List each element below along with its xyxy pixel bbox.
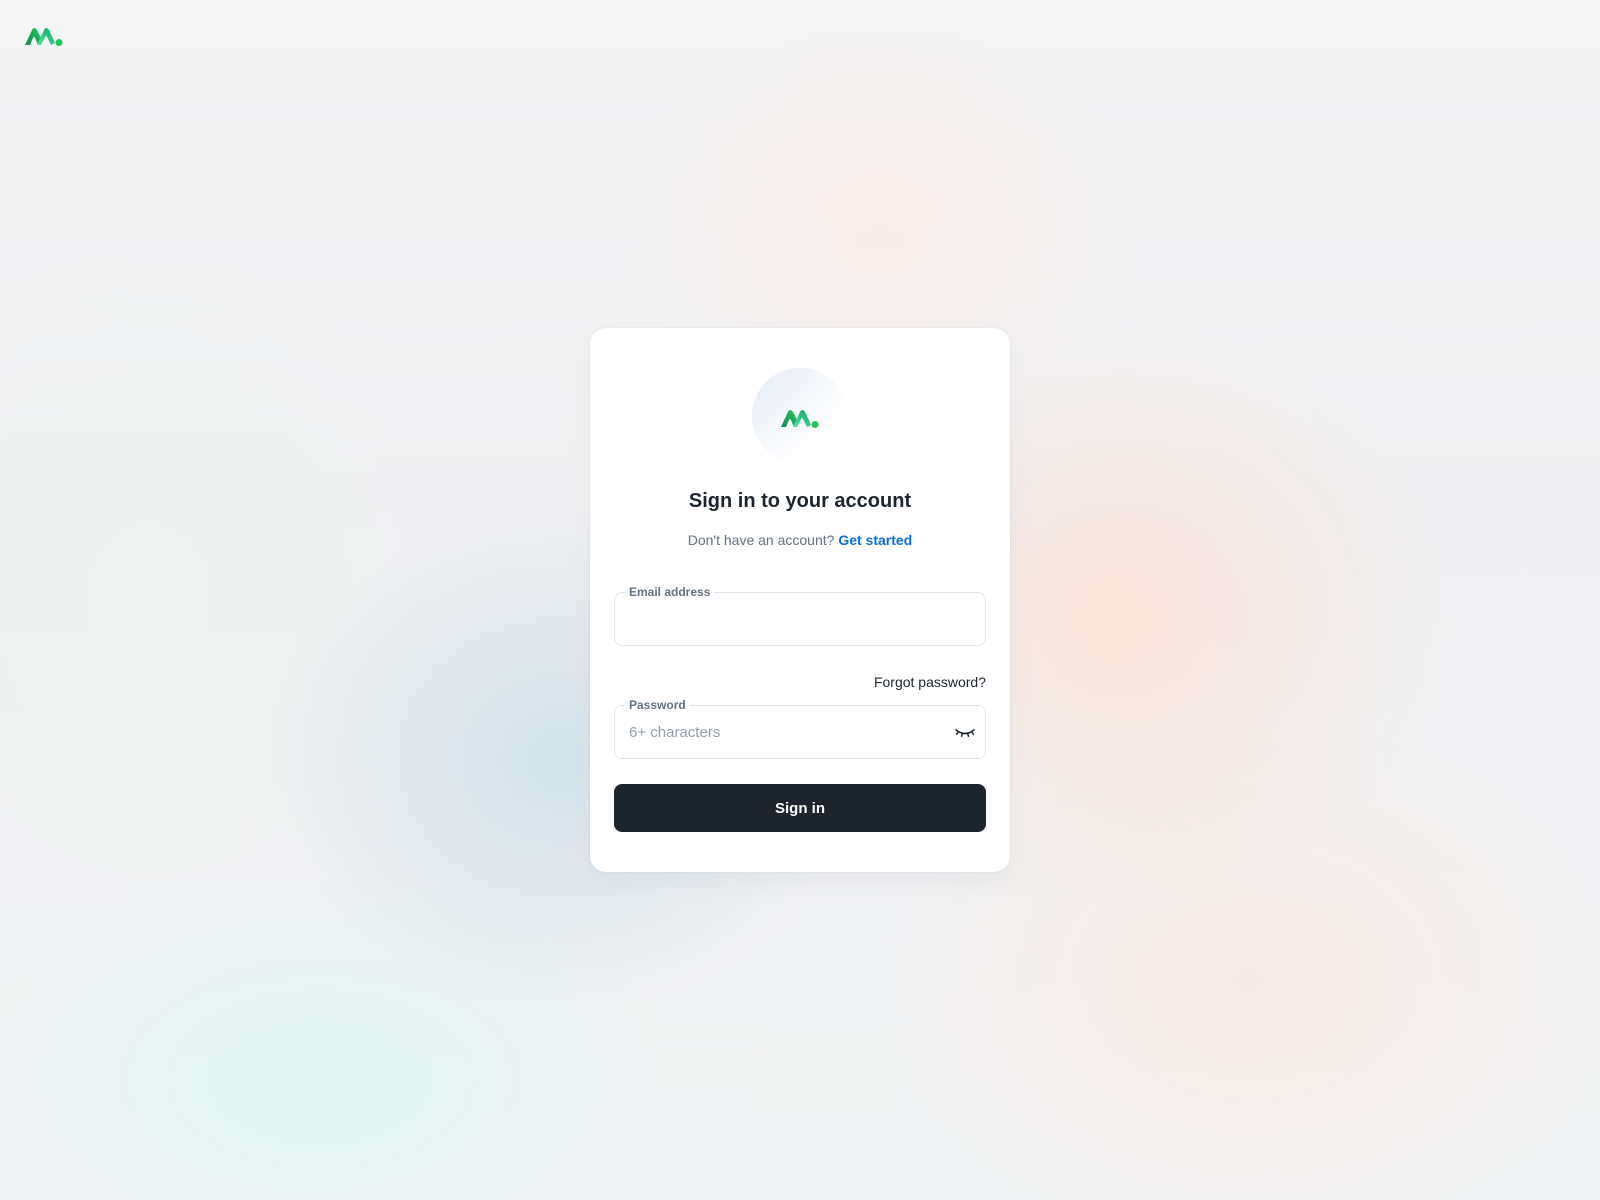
sign-in-button[interactable]: Sign in (614, 784, 986, 832)
toggle-password-visibility-button[interactable] (953, 720, 977, 744)
password-field[interactable]: Password (614, 698, 986, 759)
forgot-password-link[interactable]: Forgot password? (874, 674, 986, 690)
card-logo-badge (752, 368, 848, 464)
brand-logo-icon (25, 28, 63, 46)
email-field[interactable]: Email address (614, 585, 986, 646)
email-input[interactable] (629, 593, 949, 645)
brand-logo-icon (781, 410, 819, 428)
signup-prompt: Don't have an account? Get started (590, 532, 1010, 548)
signup-prompt-text: Don't have an account? (687, 532, 835, 548)
eye-closed-icon (955, 729, 975, 737)
sign-in-card: Sign in to your account Don't have an ac… (590, 328, 1010, 872)
password-input[interactable] (629, 706, 949, 758)
page-title: Sign in to your account (688, 490, 912, 512)
get-started-link[interactable]: Get started (838, 532, 912, 548)
brand-logo-link[interactable] (0, 0, 88, 72)
